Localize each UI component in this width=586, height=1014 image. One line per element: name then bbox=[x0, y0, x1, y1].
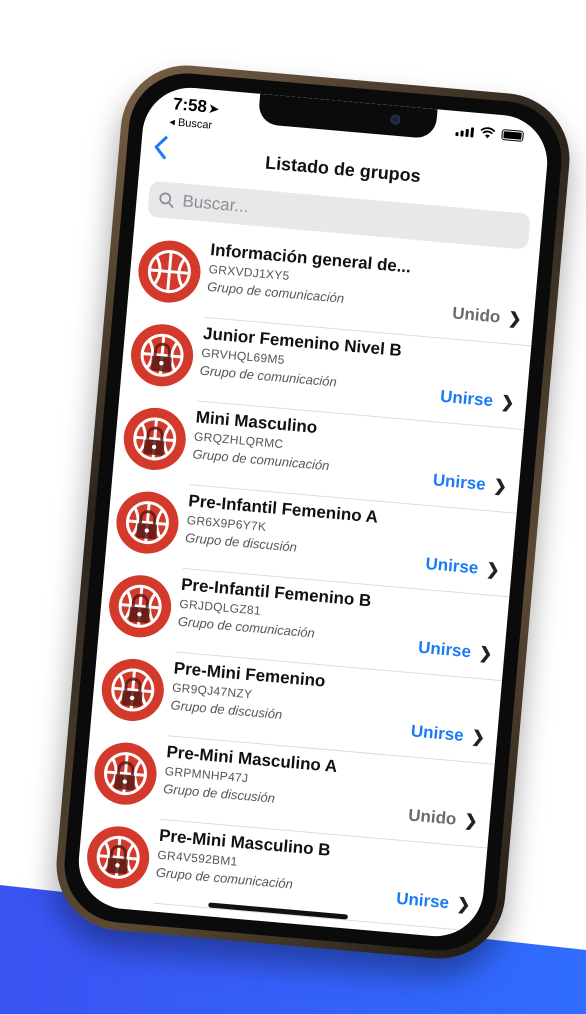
chevron-right-icon: ❯ bbox=[485, 561, 501, 580]
chevron-right-icon: ❯ bbox=[470, 728, 486, 747]
group-avatar bbox=[113, 489, 182, 557]
group-action-label: Unirse bbox=[410, 721, 465, 745]
group-avatar bbox=[99, 656, 167, 724]
chevron-right-icon: ❯ bbox=[478, 645, 493, 664]
wifi-icon bbox=[479, 126, 496, 139]
lock-icon bbox=[150, 342, 172, 372]
group-avatar bbox=[91, 740, 160, 808]
search-icon bbox=[159, 192, 174, 208]
chevron-right-icon: ❯ bbox=[463, 812, 479, 831]
group-action-label: Unirse bbox=[432, 470, 487, 494]
status-time-text: 7:58 bbox=[172, 94, 208, 117]
group-list: Información general de... GRXVDJ1XY5 Gru… bbox=[75, 227, 539, 941]
group-action-label: Unido bbox=[451, 303, 502, 327]
chevron-right-icon: ❯ bbox=[456, 896, 472, 915]
location-arrow-icon: ➤ bbox=[208, 101, 220, 117]
lock-icon bbox=[128, 593, 150, 623]
lock-icon bbox=[136, 510, 158, 540]
group-action-label: Unirse bbox=[439, 386, 494, 411]
chevron-right-icon: ❯ bbox=[492, 477, 508, 496]
basketball-icon bbox=[138, 240, 201, 303]
lock-icon bbox=[121, 677, 143, 707]
lock-icon bbox=[114, 761, 136, 791]
group-action-label: Unido bbox=[407, 805, 458, 829]
cellular-signal-icon bbox=[455, 126, 475, 138]
back-to-app-link[interactable]: ◂ Buscar bbox=[169, 115, 213, 132]
group-avatar bbox=[128, 321, 196, 389]
group-action-label: Unirse bbox=[395, 888, 450, 913]
lock-icon bbox=[106, 844, 128, 874]
status-time: 7:58➤ bbox=[172, 94, 220, 118]
group-action-label: Unirse bbox=[417, 637, 472, 662]
search-input[interactable] bbox=[179, 190, 445, 236]
group-avatar bbox=[84, 823, 152, 891]
chevron-right-icon: ❯ bbox=[507, 310, 523, 329]
group-avatar bbox=[135, 237, 203, 306]
group-action-label: Unirse bbox=[424, 554, 480, 578]
phone-screen: 7:58➤ ◂ Buscar Listado de grupos Buscar.… bbox=[74, 83, 552, 941]
front-camera bbox=[390, 114, 401, 126]
phone-bezel: 7:58➤ ◂ Buscar Listado de grupos Buscar.… bbox=[59, 68, 567, 956]
system-icons bbox=[455, 124, 525, 142]
lock-icon bbox=[143, 426, 165, 456]
phone-frame: 7:58➤ ◂ Buscar Listado de grupos Buscar.… bbox=[51, 60, 575, 964]
battery-icon bbox=[501, 129, 525, 142]
group-avatar bbox=[106, 572, 174, 640]
chevron-right-icon: ❯ bbox=[500, 393, 515, 413]
group-avatar bbox=[121, 405, 189, 473]
